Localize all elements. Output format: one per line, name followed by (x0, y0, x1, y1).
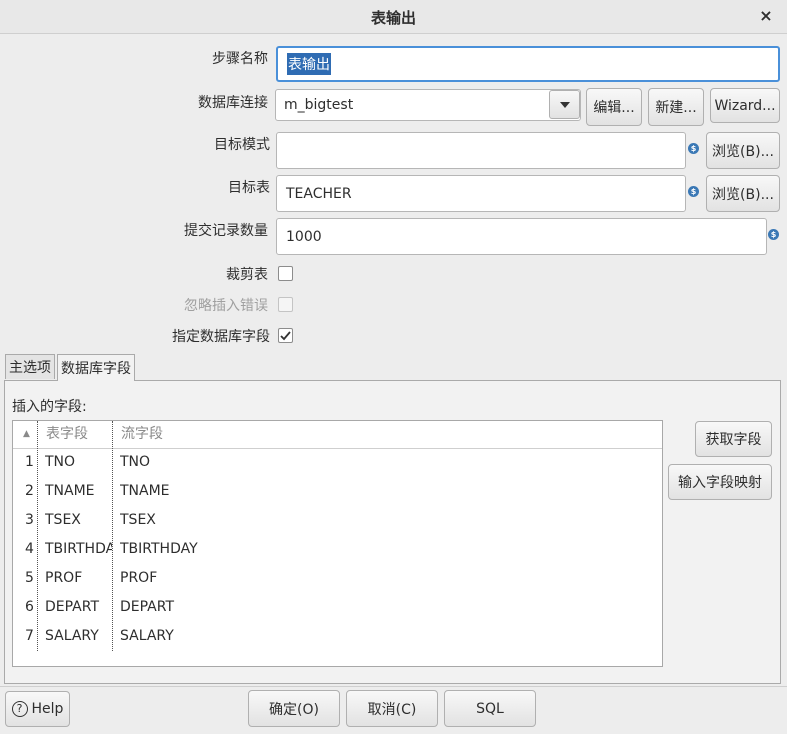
tab-database-fields[interactable]: 数据库字段 (57, 354, 135, 381)
table-field-cell[interactable]: TNO (45, 448, 112, 477)
table-row[interactable]: 1 TNO TNO (13, 448, 662, 477)
row-number: 5 (25, 570, 34, 586)
table-field-cell[interactable]: TBIRTHDAY (45, 535, 112, 564)
title-bar: 表输出 (0, 0, 787, 34)
stream-field-cell[interactable]: DEPART (120, 593, 420, 622)
new-connection-button[interactable]: 新建... (648, 88, 704, 126)
stream-field-cell[interactable]: TNO (120, 448, 420, 477)
browse-table-button[interactable]: 浏览(B)... (706, 175, 780, 212)
close-icon[interactable]: × (755, 4, 777, 28)
help-button[interactable]: ? Help (5, 691, 70, 727)
stream-field-cell[interactable]: SALARY (120, 622, 420, 651)
stream-field-cell[interactable]: TSEX (120, 506, 420, 535)
section-label: 插入的字段: (12, 399, 87, 415)
table-field-cell[interactable]: DEPART (45, 593, 112, 622)
help-label: Help (31, 701, 64, 717)
column-header-stream-field[interactable]: 流字段 (121, 421, 163, 448)
checkmark-icon (280, 331, 291, 341)
connection-value: m_bigtest (284, 97, 354, 113)
ignore-errors-checkbox[interactable] (278, 297, 293, 312)
table-header: ▲ 表字段 流字段 (13, 421, 662, 449)
row-number: 2 (25, 483, 34, 499)
get-fields-button[interactable]: 获取字段 (695, 421, 772, 457)
edit-connection-button[interactable]: 编辑... (586, 88, 642, 126)
truncate-label: 裁剪表 (226, 267, 268, 283)
table-row[interactable]: 3 TSEX TSEX (13, 506, 662, 535)
commit-size-value: 1000 (286, 228, 322, 245)
table-row[interactable]: 2 TNAME TNAME (13, 477, 662, 506)
tab-main-options[interactable]: 主选项 (5, 354, 55, 379)
step-name-label: 步骤名称 (212, 51, 268, 67)
target-schema-input[interactable] (276, 132, 686, 169)
footer-divider (0, 686, 787, 687)
target-table-input[interactable]: TEACHER (276, 175, 686, 212)
connection-label: 数据库连接 (198, 95, 268, 111)
variable-icon[interactable]: $ (688, 186, 699, 197)
step-name-value: 表输出 (287, 53, 331, 75)
table-row[interactable]: 4 TBIRTHDAY TBIRTHDAY (13, 535, 662, 564)
cancel-button[interactable]: 取消(C) (346, 690, 438, 727)
target-table-value: TEACHER (286, 185, 352, 202)
commit-size-input[interactable]: 1000 (276, 218, 767, 255)
table-field-cell[interactable]: TSEX (45, 506, 112, 535)
stream-field-cell[interactable]: TBIRTHDAY (120, 535, 420, 564)
fields-table: ▲ 表字段 流字段 1 TNO TNO 2 TNAME TNAME 3 TSEX TSEX 4 TB… (12, 420, 663, 667)
truncate-checkbox[interactable] (278, 266, 293, 281)
specify-fields-checkbox[interactable] (278, 328, 293, 343)
connection-select[interactable]: m_bigtest (275, 89, 581, 121)
window-title: 表输出 (370, 9, 416, 27)
row-number: 1 (25, 454, 34, 470)
row-number: 4 (25, 541, 34, 557)
wizard-button[interactable]: Wizard... (710, 88, 780, 123)
table-field-cell[interactable]: SALARY (45, 622, 112, 651)
table-row[interactable]: 6 DEPART DEPART (13, 593, 662, 622)
ignore-errors-label: 忽略插入错误 (184, 298, 268, 314)
sort-icon[interactable]: ▲ (23, 421, 30, 448)
sql-button[interactable]: SQL (444, 690, 536, 727)
target-schema-label: 目标模式 (214, 137, 270, 153)
row-number: 7 (25, 628, 34, 644)
chevron-down-icon (559, 101, 570, 108)
commit-size-label: 提交记录数量 (184, 223, 268, 239)
column-header-table-field[interactable]: 表字段 (46, 421, 88, 448)
stream-field-cell[interactable]: TNAME (120, 477, 420, 506)
row-number: 6 (25, 599, 34, 615)
target-table-label: 目标表 (228, 180, 270, 196)
stream-field-cell[interactable]: PROF (120, 564, 420, 593)
connection-dropdown-button[interactable] (549, 90, 580, 119)
table-row[interactable]: 7 SALARY SALARY (13, 622, 662, 651)
row-number: 3 (25, 512, 34, 528)
ok-button[interactable]: 确定(O) (248, 690, 340, 727)
table-field-cell[interactable]: TNAME (45, 477, 112, 506)
specify-fields-label: 指定数据库字段 (172, 329, 270, 345)
table-field-cell[interactable]: PROF (45, 564, 112, 593)
help-icon: ? (11, 701, 28, 717)
variable-icon[interactable]: $ (768, 229, 779, 240)
table-row[interactable]: 5 PROF PROF (13, 564, 662, 593)
browse-schema-button[interactable]: 浏览(B)... (706, 132, 780, 169)
variable-icon[interactable]: $ (688, 143, 699, 154)
input-field-mapping-button[interactable]: 输入字段映射 (668, 464, 772, 500)
step-name-input[interactable]: 表输出 (276, 46, 780, 82)
